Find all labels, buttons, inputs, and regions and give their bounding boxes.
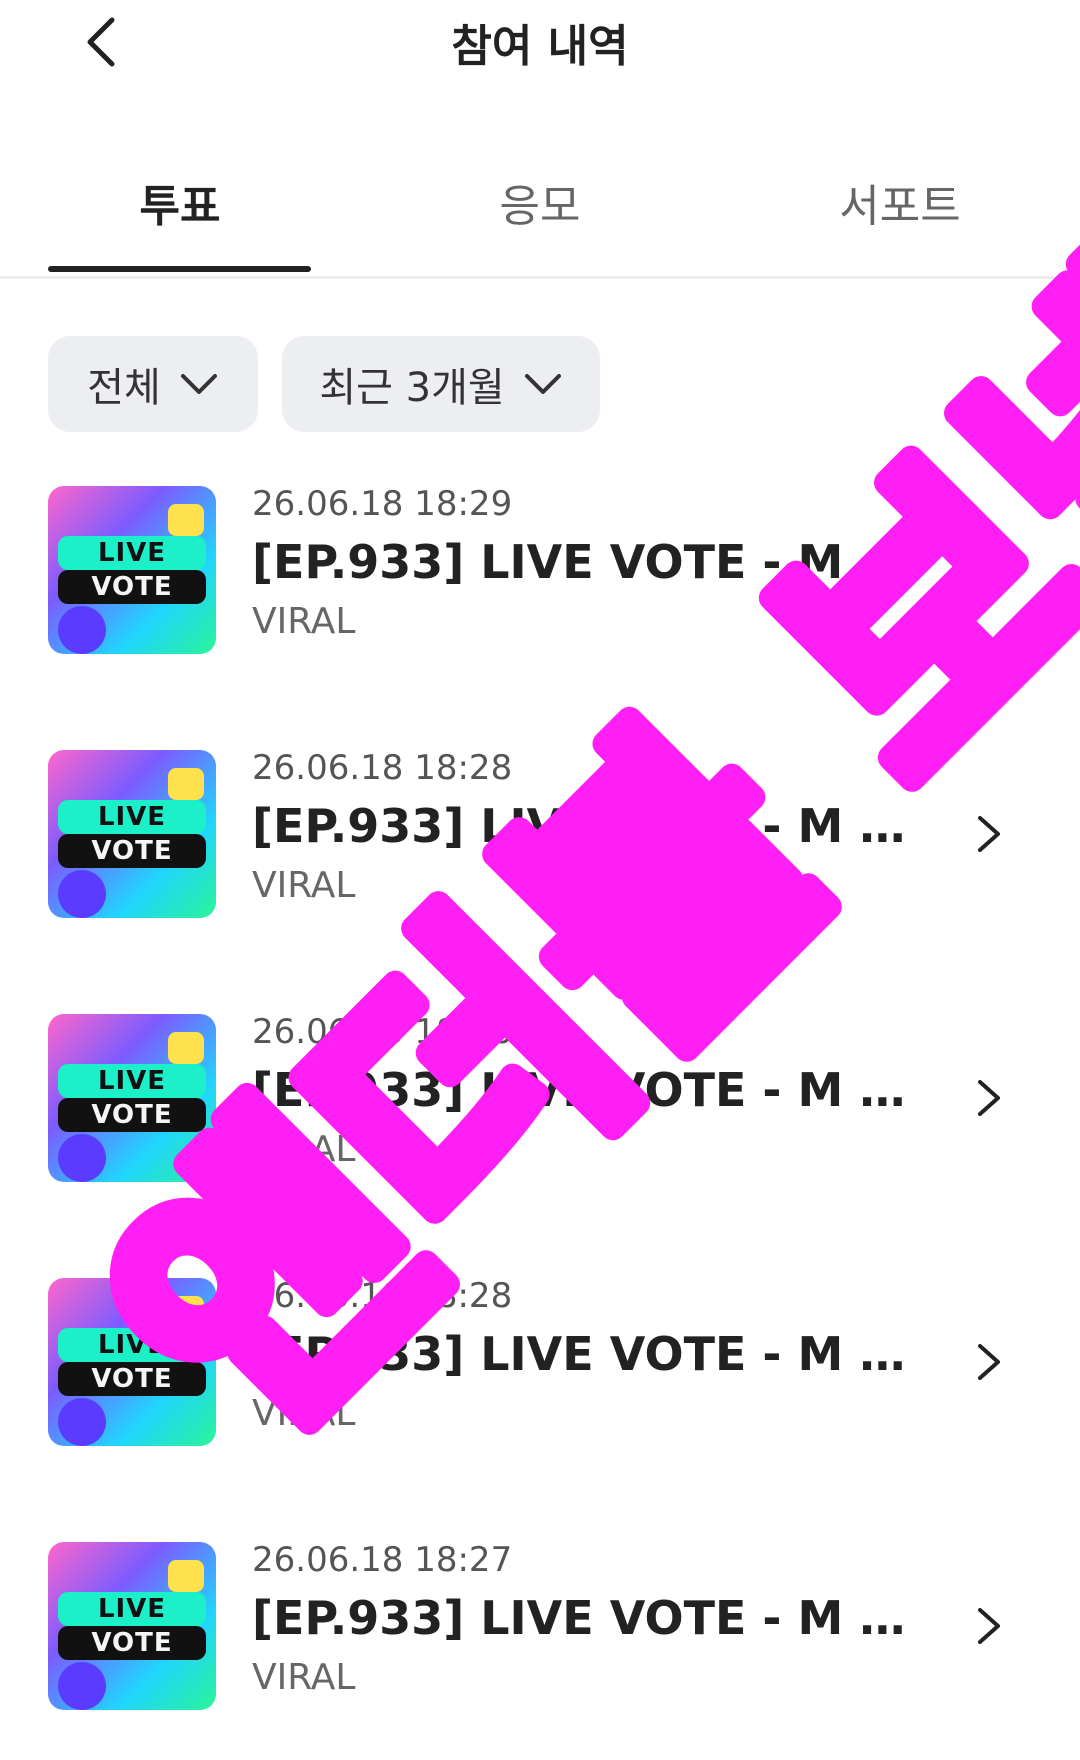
item-artist: VIRAL [252, 601, 356, 642]
thumbnail-vote-text: VOTE [58, 1626, 206, 1660]
thumbnail-decoration [168, 1296, 204, 1328]
tab-support[interactable]: 서포트 [720, 170, 1080, 234]
thumbnail-decoration [168, 1032, 204, 1064]
thumbnail-decoration [58, 1134, 106, 1182]
thumbnail-live-text: LIVE [58, 1328, 206, 1362]
thumbnail-decoration [168, 768, 204, 800]
vote-thumbnail: LIVE VOTE [48, 486, 216, 654]
chevron-right-icon [978, 1080, 1000, 1116]
chevron-down-icon [180, 374, 217, 394]
vote-thumbnail: LIVE VOTE [48, 1542, 216, 1710]
item-date: 26.06.18 18:28 [252, 1276, 513, 1316]
thumbnail-vote-text: VOTE [58, 834, 206, 868]
item-meta: 26.06.18 18:28 [EP.933] LIVE VOTE - M CO… [252, 1008, 912, 1176]
list-item[interactable]: LIVE VOTE 26.06.18 18:28 [EP.933] LIVE V… [0, 1008, 1080, 1188]
item-title: [EP.933] LIVE VOTE - M CO... [252, 1063, 912, 1117]
thumbnail-decoration [58, 1662, 106, 1710]
thumbnail-decoration [168, 504, 204, 536]
thumbnail-vote-text: VOTE [58, 1098, 206, 1132]
thumbnail-vote-text: VOTE [58, 1362, 206, 1396]
item-date: 26.06.18 18:29 [252, 484, 513, 524]
thumbnail-decoration [58, 606, 106, 654]
chevron-down-icon [524, 374, 561, 394]
list-item[interactable]: LIVE VOTE 26.06.18 18:27 [EP.933] LIVE V… [0, 1536, 1080, 1716]
thumbnail-live-text: LIVE [58, 800, 206, 834]
category-filter-label: 전체 [87, 365, 161, 411]
tab-entry[interactable]: 응모 [360, 170, 720, 234]
item-meta: 26.06.18 18:29 [EP.933] LIVE VOTE - M CO… [252, 480, 912, 648]
thumbnail-live-text: LIVE [58, 1064, 206, 1098]
item-meta: 26.06.18 18:28 [EP.933] LIVE VOTE - M CO… [252, 1272, 912, 1440]
thumbnail-decoration [168, 1560, 204, 1592]
period-filter-dropdown[interactable]: 최근 3개월 [282, 336, 600, 432]
thumbnail-decoration [58, 1398, 106, 1446]
item-artist: VIRAL [252, 1393, 356, 1434]
item-artist: VIRAL [252, 865, 356, 906]
chevron-right-icon [978, 1608, 1000, 1644]
item-date: 26.06.18 18:28 [252, 748, 513, 788]
item-title: [EP.933] LIVE VOTE - M CO... [252, 799, 912, 853]
chevron-right-icon [978, 552, 1000, 588]
period-filter-label: 최근 3개월 [319, 365, 505, 411]
item-title: [EP.933] LIVE VOTE - M CO... [252, 1327, 912, 1381]
list-item[interactable]: LIVE VOTE 26.06.18 18:29 [EP.933] LIVE V… [0, 480, 1080, 660]
item-meta: 26.06.18 18:28 [EP.933] LIVE VOTE - M CO… [252, 744, 912, 912]
thumbnail-live-text: LIVE [58, 1592, 206, 1626]
tab-bar: 투표 응모 서포트 [0, 140, 1080, 279]
chevron-right-icon [978, 816, 1000, 852]
page-title: 참여 내역 [451, 21, 629, 72]
thumbnail-vote-text: VOTE [58, 570, 206, 604]
vote-thumbnail: LIVE VOTE [48, 1014, 216, 1182]
item-artist: VIRAL [252, 1129, 356, 1170]
tab-vote[interactable]: 투표 [0, 170, 360, 234]
item-title: [EP.933] LIVE VOTE - M CO... [252, 535, 912, 589]
thumbnail-decoration [58, 870, 106, 918]
vote-thumbnail: LIVE VOTE [48, 1278, 216, 1446]
list-item[interactable]: LIVE VOTE 26.06.18 18:28 [EP.933] LIVE V… [0, 744, 1080, 924]
category-filter-dropdown[interactable]: 전체 [48, 336, 258, 432]
item-meta: 26.06.18 18:27 [EP.933] LIVE VOTE - M CO… [252, 1536, 912, 1704]
chevron-right-icon [978, 1344, 1000, 1380]
header-bar: 참여 내역 [0, 0, 1080, 90]
thumbnail-live-text: LIVE [58, 536, 206, 570]
vote-thumbnail: LIVE VOTE [48, 750, 216, 918]
item-title: [EP.933] LIVE VOTE - M CO... [252, 1591, 912, 1645]
item-date: 26.06.18 18:27 [252, 1540, 513, 1580]
item-artist: VIRAL [252, 1657, 356, 1698]
item-date: 26.06.18 18:28 [252, 1012, 513, 1052]
active-tab-indicator [48, 266, 311, 272]
list-item[interactable]: LIVE VOTE 26.06.18 18:28 [EP.933] LIVE V… [0, 1272, 1080, 1452]
